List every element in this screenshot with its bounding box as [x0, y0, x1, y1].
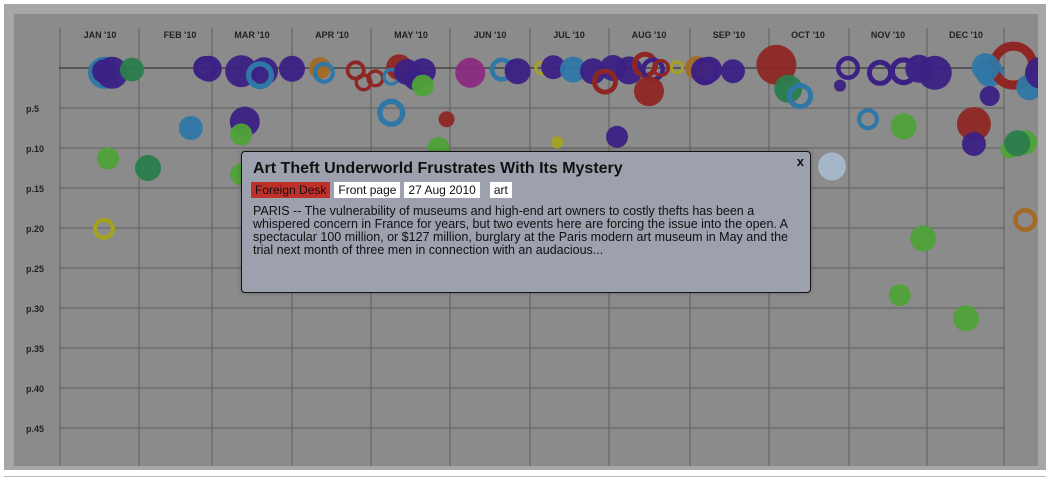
data-point — [917, 55, 952, 90]
data-point — [135, 155, 161, 181]
article-title[interactable]: Art Theft Underworld Frustrates With Its… — [253, 160, 623, 178]
y-tick-label: p.10 — [26, 144, 44, 154]
y-tick-label: p.40 — [26, 384, 44, 394]
article-popup: Art Theft Underworld Frustrates With Its… — [241, 151, 811, 293]
data-point — [551, 136, 564, 149]
x-tick-label: MAR '10 — [234, 30, 269, 40]
data-point — [890, 113, 917, 140]
data-point — [309, 57, 331, 79]
x-tick-label: DEC '10 — [949, 30, 983, 40]
data-point — [971, 53, 1000, 82]
data-point — [1013, 207, 1038, 232]
data-point — [670, 60, 684, 75]
data-point — [92, 59, 116, 84]
data-point — [857, 108, 880, 131]
data-point — [834, 79, 846, 92]
data-point — [979, 86, 1000, 106]
data-point — [377, 98, 406, 127]
y-tick-label: p.15 — [26, 184, 44, 194]
data-point — [1004, 130, 1031, 157]
data-point — [866, 59, 893, 86]
desk-tag: Foreign Desk — [251, 182, 331, 198]
x-tick-label: MAY '10 — [394, 30, 428, 40]
data-point — [504, 58, 531, 85]
date-tag: 27 Aug 2010 — [404, 182, 480, 198]
data-point — [888, 284, 911, 307]
x-tick-label: JAN '10 — [84, 30, 117, 40]
data-point — [455, 57, 486, 88]
data-point — [120, 57, 144, 82]
data-point — [720, 59, 745, 84]
y-tick-label: p.45 — [26, 424, 44, 434]
data-point — [411, 74, 434, 97]
x-tick-label: JUL '10 — [553, 30, 585, 40]
data-point — [230, 123, 253, 146]
data-point — [818, 152, 846, 181]
data-point — [97, 147, 119, 170]
x-tick-label: SEP '10 — [713, 30, 746, 40]
data-point — [961, 132, 986, 156]
data-point — [178, 116, 203, 140]
data-point — [910, 225, 937, 252]
data-point — [438, 111, 455, 128]
data-point — [279, 55, 305, 82]
y-tick-label: p.20 — [26, 224, 44, 234]
data-point — [250, 57, 278, 86]
x-tick-label: OCT '10 — [791, 30, 825, 40]
page-tag: Front page — [334, 182, 401, 198]
data-point — [92, 217, 115, 240]
close-icon[interactable]: x — [797, 154, 804, 169]
keyword-tag[interactable]: art — [489, 182, 512, 198]
data-point — [606, 125, 628, 148]
x-tick-label: AUG '10 — [632, 30, 667, 40]
data-point — [634, 76, 664, 107]
x-tick-label: JUN '10 — [474, 30, 507, 40]
x-tick-label: FEB '10 — [164, 30, 197, 40]
article-tags: Foreign Desk Front page 27 Aug 2010 art — [251, 182, 512, 198]
data-point — [953, 305, 979, 332]
x-tick-label: NOV '10 — [871, 30, 905, 40]
x-tick-label: APR '10 — [315, 30, 349, 40]
y-tick-label: p.35 — [26, 344, 44, 354]
y-tick-label: p.25 — [26, 264, 44, 274]
y-tick-label: p.30 — [26, 304, 44, 314]
divider — [4, 476, 1046, 477]
y-tick-label: p.5 — [26, 104, 39, 114]
article-snippet: PARIS -- The vulnerability of museums an… — [253, 204, 788, 257]
